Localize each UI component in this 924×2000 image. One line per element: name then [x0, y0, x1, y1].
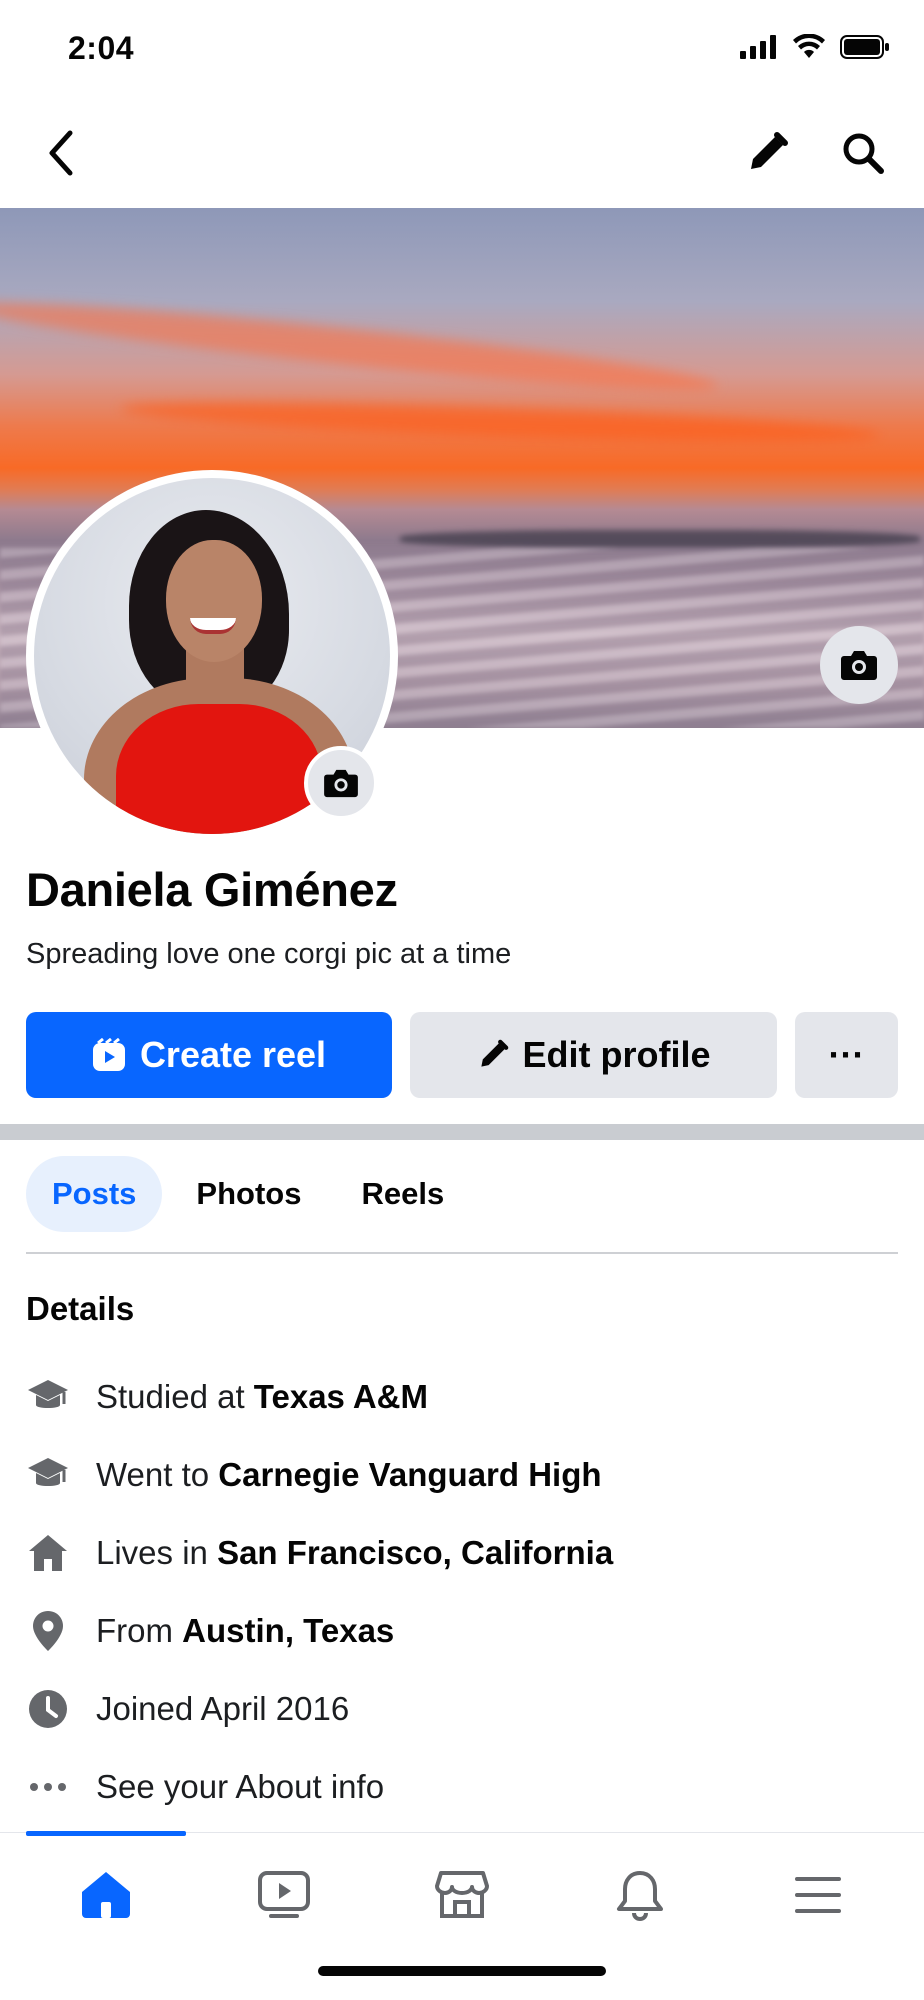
- detail-prefix: Joined April 2016: [96, 1690, 350, 1727]
- nav-menu[interactable]: [758, 1861, 878, 1929]
- status-bar: 2:04: [0, 0, 924, 100]
- create-reel-label: Create reel: [139, 1034, 327, 1075]
- see-about-info-link[interactable]: See your About info: [26, 1748, 898, 1826]
- details-title: Details: [26, 1290, 135, 1327]
- more-dots-icon: ···: [828, 1034, 865, 1075]
- more-dots-icon: [26, 1765, 70, 1809]
- edit-profile-button[interactable]: Edit profile: [410, 1012, 777, 1098]
- nav-home[interactable]: [46, 1861, 166, 1929]
- detail-prefix: Studied at: [96, 1378, 254, 1415]
- pencil-icon: [751, 132, 788, 169]
- signal-icon: [740, 35, 776, 59]
- detail-hometown[interactable]: From Austin, Texas: [26, 1592, 898, 1670]
- home-indicator[interactable]: [318, 1966, 606, 1976]
- graduation-cap-icon: [26, 1375, 70, 1419]
- edit-profile-label: Edit profile: [522, 1034, 711, 1075]
- marketplace-icon: [435, 1871, 489, 1918]
- nav-notifications[interactable]: [580, 1861, 700, 1929]
- search-icon: [843, 133, 884, 174]
- detail-value: San Francisco, California: [217, 1534, 614, 1571]
- bell-icon: [617, 1871, 663, 1921]
- detail-prefix: Lives in: [96, 1534, 218, 1571]
- detail-education-highschool[interactable]: Went to Carnegie Vanguard High: [26, 1436, 898, 1514]
- cover-ridge: [400, 530, 920, 548]
- nav-marketplace[interactable]: [402, 1861, 522, 1929]
- cover-sky-streak: [119, 394, 881, 450]
- more-options-button[interactable]: ···: [795, 1012, 898, 1098]
- edit-cover-button[interactable]: [820, 626, 898, 704]
- wifi-icon: [793, 34, 825, 58]
- active-tab-indicator: [26, 1831, 186, 1836]
- battery-icon: [840, 35, 889, 59]
- profile-tabs: Posts Photos Reels: [26, 1156, 898, 1254]
- detail-value: Austin, Texas: [182, 1612, 395, 1649]
- home-icon: [82, 1872, 130, 1918]
- detail-education-college[interactable]: Studied at Texas A&M: [26, 1358, 898, 1436]
- details-list: Studied at Texas A&M Went to Carnegie Va…: [26, 1358, 898, 1826]
- status-time: 2:04: [68, 30, 135, 66]
- edit-profile-picture-button[interactable]: [304, 746, 378, 820]
- cover-sky-streak: [0, 288, 720, 404]
- top-nav: [0, 100, 924, 208]
- section-divider: [0, 1124, 924, 1140]
- clock-icon: [26, 1687, 70, 1731]
- status-icons: [740, 34, 890, 60]
- pencil-icon: [480, 1039, 508, 1067]
- search-button[interactable]: [836, 126, 890, 180]
- create-reel-button[interactable]: Create reel: [26, 1012, 392, 1098]
- detail-prefix: From: [96, 1612, 183, 1649]
- back-button[interactable]: [34, 126, 88, 180]
- menu-icon: [795, 1877, 841, 1913]
- tab-photos[interactable]: Photos: [170, 1156, 327, 1232]
- profile-name: Daniela Giménez: [26, 863, 398, 916]
- camera-icon: [841, 651, 877, 680]
- chevron-left-icon: [49, 130, 73, 176]
- graduation-cap-icon: [26, 1453, 70, 1497]
- video-icon: [258, 1871, 310, 1918]
- detail-value: Carnegie Vanguard High: [218, 1456, 602, 1493]
- detail-joined: Joined April 2016: [26, 1670, 898, 1748]
- home-icon: [26, 1531, 70, 1575]
- tab-reels[interactable]: Reels: [335, 1156, 470, 1232]
- detail-prefix: See your About info: [96, 1768, 385, 1805]
- edit-button[interactable]: [740, 126, 794, 180]
- tab-posts[interactable]: Posts: [26, 1156, 163, 1232]
- reel-icon: [92, 1038, 125, 1071]
- nav-video[interactable]: [224, 1861, 344, 1929]
- detail-current-city[interactable]: Lives in San Francisco, California: [26, 1514, 898, 1592]
- detail-value: Texas A&M: [253, 1378, 428, 1415]
- detail-prefix: Went to: [96, 1456, 219, 1493]
- location-pin-icon: [26, 1609, 70, 1653]
- profile-bio: Spreading love one corgi pic at a time: [26, 938, 512, 970]
- camera-icon: [324, 769, 358, 798]
